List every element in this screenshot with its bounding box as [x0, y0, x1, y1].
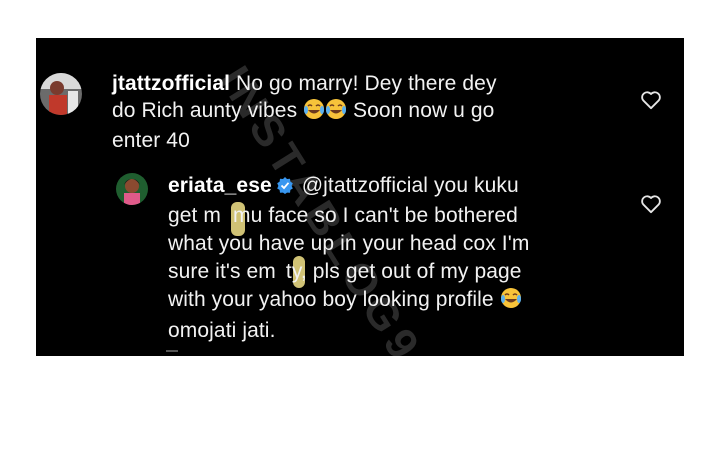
- comment-text-line: omojati jati.: [168, 319, 276, 342]
- avatar[interactable]: [116, 173, 148, 205]
- comment-line: sure it's em ty, pls get out of my page: [168, 258, 648, 286]
- comment-line: with your yahoo boy looking profile: [168, 286, 648, 317]
- comment-text-line: do Rich aunty vibes: [112, 99, 298, 122]
- comment-text-line: sure it's em: [168, 260, 276, 283]
- comment-line: enter 40: [112, 127, 632, 154]
- tears-of-joy-emoji: [325, 98, 347, 127]
- comment-text-line: with your yahoo boy looking profile: [168, 288, 494, 311]
- comment-line: eriata_ese @jtattzofficial you kuku: [168, 172, 648, 202]
- comment-text-line: No go marry! Dey there dey: [236, 72, 497, 95]
- divider: [166, 350, 178, 352]
- heart-outline-icon[interactable]: [640, 90, 662, 115]
- comment-body: eriata_ese @jtattzofficial you kuku get …: [168, 172, 648, 345]
- comment-text-line: what you have up in your head cox I'm: [168, 232, 530, 255]
- comment-text-line: Soon now u go: [353, 99, 495, 122]
- avatar[interactable]: [40, 73, 82, 115]
- comment-username[interactable]: jtattzofficial: [112, 72, 230, 95]
- comment-line: get m mu face so I can't be bothered: [168, 202, 648, 230]
- comment-line: omojati jati.: [168, 317, 648, 345]
- comment-line: jtattzofficial No go marry! Dey there de…: [112, 70, 632, 97]
- comment-body: jtattzofficial No go marry! Dey there de…: [112, 70, 632, 154]
- comment-username[interactable]: eriata_ese: [168, 174, 272, 197]
- comment-text-line: enter 40: [112, 129, 190, 152]
- tears-of-joy-emoji: [500, 287, 522, 317]
- comment-line: what you have up in your head cox I'm: [168, 230, 648, 258]
- tears-of-joy-emoji: [303, 98, 325, 127]
- comment-text-line: mu face so I can't be bothered: [233, 204, 518, 227]
- heart-outline-icon[interactable]: [640, 194, 662, 219]
- comment-text-line: get m: [168, 204, 222, 227]
- comment-line: do Rich aunty vibes Soon now u go: [112, 97, 632, 127]
- comment-text-line: ty, pls get out of my page: [285, 260, 522, 283]
- verified-badge-icon: [276, 174, 294, 202]
- mention-link[interactable]: @jtattzofficial you kuku: [302, 174, 519, 197]
- comment-panel: INSTABLOG9JA jtattzofficial No go marry!…: [36, 38, 684, 356]
